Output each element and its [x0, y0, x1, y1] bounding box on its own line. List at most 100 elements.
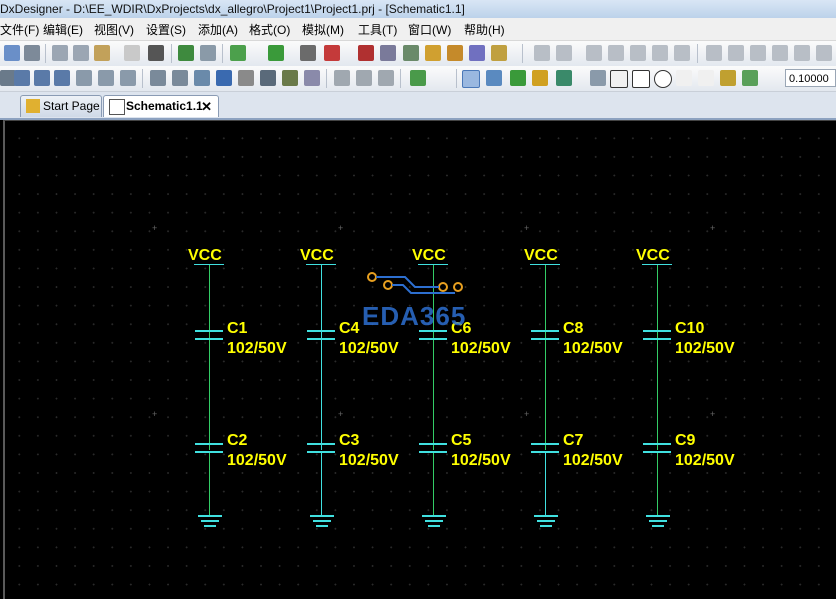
vcc-label[interactable]: VCC	[412, 247, 446, 265]
wire[interactable]	[321, 453, 322, 515]
group-icon[interactable]	[674, 45, 690, 61]
tab-schematic[interactable]: Schematic1.1 ✕	[103, 95, 219, 117]
align-center-icon[interactable]	[728, 45, 744, 61]
align-right-icon[interactable]	[750, 45, 766, 61]
wire[interactable]	[321, 265, 322, 450]
cap-value[interactable]: 102/50V	[339, 452, 399, 470]
cap-value[interactable]: 102/50V	[675, 452, 735, 470]
rectangle-icon[interactable]	[632, 70, 650, 88]
pan-icon[interactable]	[98, 70, 114, 86]
cap-value[interactable]: 102/50V	[227, 452, 287, 470]
undo-icon[interactable]	[178, 45, 194, 61]
vcc-label[interactable]: VCC	[188, 247, 222, 265]
circle-icon[interactable]	[654, 70, 672, 88]
settings-icon[interactable]	[304, 70, 320, 86]
cap-value[interactable]: 102/50V	[563, 452, 623, 470]
menu-settings[interactable]: 设置(S)	[146, 21, 186, 38]
cap-value[interactable]: 102/50V	[563, 340, 623, 358]
partlist-icon[interactable]	[380, 45, 396, 61]
wire[interactable]	[209, 265, 210, 450]
cap-value[interactable]: 102/50V	[227, 340, 287, 358]
port-icon[interactable]	[590, 70, 606, 86]
pop-icon[interactable]	[172, 70, 188, 86]
menu-view[interactable]: 视图(V)	[94, 21, 134, 38]
close-icon[interactable]: ✕	[201, 96, 212, 117]
link-icon[interactable]	[120, 70, 136, 86]
component-icon[interactable]	[300, 45, 316, 61]
vcc-label[interactable]: VCC	[636, 247, 670, 265]
cap-value[interactable]: 102/50V	[451, 452, 511, 470]
wire[interactable]	[657, 453, 658, 515]
cap-ref[interactable]: C7	[563, 432, 583, 450]
menu-add[interactable]: 添加(A)	[198, 21, 238, 38]
save-icon[interactable]	[4, 45, 20, 61]
text-icon[interactable]	[698, 70, 714, 86]
cap-ref[interactable]: C3	[339, 432, 359, 450]
wire[interactable]	[545, 265, 546, 450]
cap-ref[interactable]: C1	[227, 320, 247, 338]
menu-file[interactable]: 文件(F)	[0, 21, 39, 38]
check-icon[interactable]	[230, 45, 246, 61]
output-icon[interactable]	[260, 70, 276, 86]
binoculars-icon[interactable]	[148, 45, 164, 61]
package-icon[interactable]	[425, 45, 441, 61]
sheet-icon[interactable]	[194, 70, 210, 86]
grid-value-field[interactable]: 0.10000	[785, 69, 836, 87]
line-icon[interactable]	[676, 70, 692, 86]
cap-ref[interactable]: C8	[563, 320, 583, 338]
wire[interactable]	[433, 453, 434, 515]
filter-icon[interactable]	[282, 70, 298, 86]
copy-icon[interactable]	[73, 45, 89, 61]
bus-icon[interactable]	[378, 70, 394, 86]
menu-simulate[interactable]: 模拟(M)	[302, 21, 344, 38]
menu-edit[interactable]: 编辑(E)	[43, 21, 83, 38]
export-icon[interactable]	[491, 45, 507, 61]
netname-icon[interactable]	[556, 70, 572, 86]
cap-value[interactable]: 102/50V	[675, 340, 735, 358]
menu-window[interactable]: 窗口(W)	[408, 21, 451, 38]
zoom-previous-icon[interactable]	[76, 70, 92, 86]
ces-icon[interactable]	[324, 45, 340, 61]
flip-icon[interactable]	[630, 45, 646, 61]
paste-icon[interactable]	[94, 45, 110, 61]
properties-icon[interactable]	[238, 70, 254, 86]
cap-value[interactable]: 102/50V	[451, 340, 511, 358]
redo-icon[interactable]	[200, 45, 216, 61]
tab-start-page[interactable]: Start Page	[20, 95, 102, 117]
wire-icon[interactable]	[510, 70, 526, 86]
cap-value[interactable]: 102/50V	[339, 340, 399, 358]
align-left-icon[interactable]	[706, 45, 722, 61]
block-icon[interactable]	[356, 70, 372, 86]
cap-ref[interactable]: C10	[675, 320, 704, 338]
wire[interactable]	[209, 453, 210, 515]
vcc-label[interactable]: VCC	[524, 247, 558, 265]
netlist-icon[interactable]	[358, 45, 374, 61]
verify-icon[interactable]	[268, 45, 284, 61]
back-annotate-icon[interactable]	[469, 45, 485, 61]
align-middle-icon[interactable]	[794, 45, 810, 61]
menu-help[interactable]: 帮助(H)	[464, 21, 505, 38]
align-bottom-icon[interactable]	[816, 45, 832, 61]
unlink-icon[interactable]	[556, 45, 572, 61]
navigator-icon[interactable]	[216, 70, 232, 86]
component-add-icon[interactable]	[486, 70, 502, 86]
arc-icon[interactable]	[610, 70, 628, 88]
cap-ref[interactable]: C9	[675, 432, 695, 450]
select-icon[interactable]	[462, 70, 480, 88]
push-icon[interactable]	[150, 70, 166, 86]
bus-draw-icon[interactable]	[532, 70, 548, 86]
delete-icon[interactable]	[534, 45, 550, 61]
symbol-icon[interactable]	[334, 70, 350, 86]
mirror-icon[interactable]	[608, 45, 624, 61]
wire[interactable]	[545, 453, 546, 515]
menu-format[interactable]: 格式(O)	[249, 21, 290, 38]
flip-vertical-icon[interactable]	[652, 45, 668, 61]
grid-icon[interactable]	[742, 70, 758, 86]
cut-icon[interactable]	[52, 45, 68, 61]
cap-ref[interactable]: C2	[227, 432, 247, 450]
find-icon[interactable]	[124, 45, 140, 61]
library-icon[interactable]	[403, 45, 419, 61]
rotate-icon[interactable]	[586, 45, 602, 61]
cap-ref[interactable]: C5	[451, 432, 471, 450]
vcc-label[interactable]: VCC	[300, 247, 334, 265]
